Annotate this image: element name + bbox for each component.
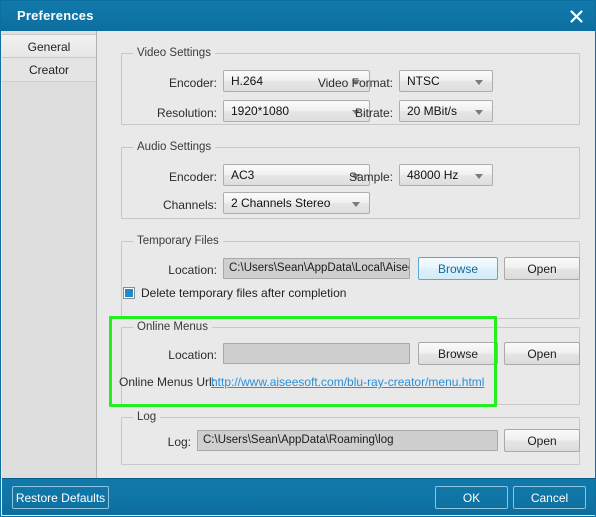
sidebar-item-general[interactable]: General [2,34,96,58]
video-encoder-value: H.264 [231,74,264,88]
online-browse-label: Browse [437,346,478,361]
video-settings-title: Video Settings [133,47,215,59]
temporary-files-title: Temporary Files [133,235,223,247]
settings-content: Video Settings Encoder: H.264 Video Form… [97,31,595,479]
video-encoder-label: Encoder: [168,76,217,90]
restore-defaults-label: Restore Defaults [15,490,106,505]
audio-channels-label: Channels: [162,198,217,212]
video-format-select[interactable]: NTSC [399,70,493,92]
sidebar-item-label: Creator [28,63,69,77]
audio-channels-value: 2 Channels Stereo [231,196,331,210]
delete-temp-files-label: Delete temporary files after completion [141,286,347,300]
temp-location-label: Location: [168,263,217,277]
audio-sample-select[interactable]: 48000 Hz [399,164,493,186]
online-location-label: Location: [168,348,217,362]
audio-encoder-label: Encoder: [168,170,217,184]
video-resolution-label: Resolution: [156,106,217,120]
online-location-field[interactable] [223,343,410,364]
online-menus-title: Online Menus [133,321,212,333]
video-bitrate-value: 20 MBit/s [407,104,458,118]
sidebar-empty-area [2,81,96,479]
sidebar-item-creator[interactable]: Creator [2,58,96,82]
log-open-label: Open [527,433,557,448]
chevron-down-icon [475,110,483,115]
ok-label: OK [462,490,481,505]
video-bitrate-select[interactable]: 20 MBit/s [399,100,493,122]
temp-open-button[interactable]: Open [504,257,580,280]
audio-sample-value: 48000 Hz [407,168,459,182]
temp-location-value: C:\Users\Sean\AppData\Local\Aiseesoft St… [229,262,409,274]
dialog-footer: Restore Defaults OK Cancel [2,478,595,515]
sidebar: General Creator [2,31,97,479]
log-path-value: C:\Users\Sean\AppData\Roaming\log [203,434,394,446]
audio-settings-title: Audio Settings [133,141,216,153]
online-browse-button[interactable]: Browse [418,342,498,365]
temp-browse-label: Browse [437,261,478,276]
restore-defaults-button[interactable]: Restore Defaults [12,486,109,509]
log-open-button[interactable]: Open [504,429,580,452]
preferences-dialog: Preferences General Creator Video Settin… [0,0,596,517]
titlebar: Preferences [1,1,595,31]
log-label: Log: [167,435,191,449]
log-path-field[interactable]: C:\Users\Sean\AppData\Roaming\log [197,430,498,451]
video-resolution-value: 1920*1080 [231,104,290,118]
chevron-down-icon [475,174,483,179]
online-menus-url-link[interactable]: http://www.aiseesoft.com/blu-ray-creator… [211,375,484,389]
temporary-files-group: Temporary Files [121,235,580,319]
sidebar-item-label: General [27,40,71,54]
delete-temp-files-checkbox[interactable]: Delete temporary files after completion [123,286,346,300]
online-menus-group: Online Menus [121,321,580,405]
audio-encoder-value: AC3 [231,168,255,182]
cancel-label: Cancel [530,490,569,505]
audio-sample-label: Sample: [348,170,393,184]
close-icon[interactable] [563,4,589,28]
video-bitrate-label: Bitrate: [354,106,393,120]
checkbox-box [123,287,135,299]
chevron-down-icon [475,80,483,85]
cancel-button[interactable]: Cancel [513,486,586,509]
log-title: Log [133,411,161,423]
temp-browse-button[interactable]: Browse [418,257,498,280]
video-format-label: Video Format: [317,76,393,90]
temp-open-label: Open [527,261,557,276]
video-format-value: NTSC [407,74,440,88]
online-open-label: Open [527,346,557,361]
ok-button[interactable]: OK [435,486,508,509]
temp-location-field[interactable]: C:\Users\Sean\AppData\Local\Aiseesoft St… [223,258,410,279]
chevron-down-icon [352,202,360,207]
window-title: Preferences [17,8,94,23]
check-icon [125,289,133,297]
online-open-button[interactable]: Open [504,342,580,365]
online-url-label: Online Menus Url: [119,375,216,389]
audio-channels-select[interactable]: 2 Channels Stereo [223,192,370,214]
